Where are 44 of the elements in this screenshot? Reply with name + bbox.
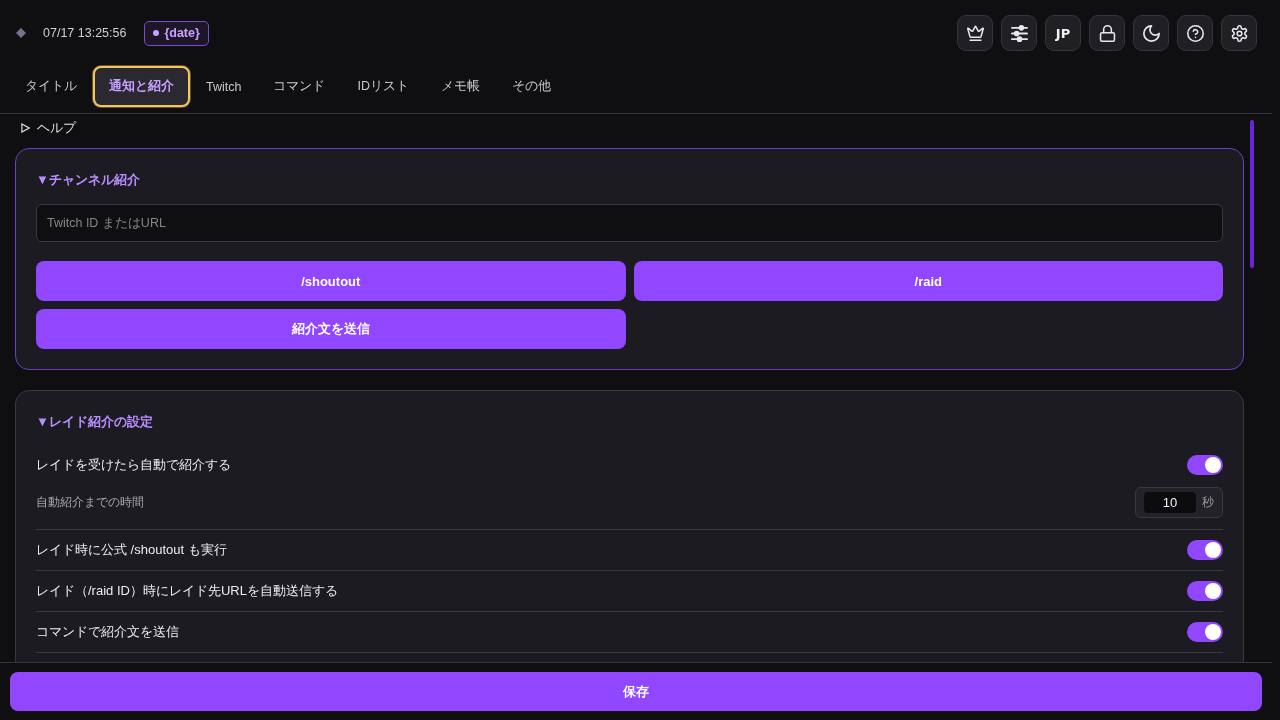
toggle-switch[interactable] (1187, 622, 1223, 642)
setting-sublabel: 自動紹介までの時間 (36, 494, 144, 511)
setting-label: レイド（/raid ID）時にレイド先URLを自動送信する (36, 582, 338, 600)
sliders-button[interactable] (1001, 15, 1037, 51)
toggle-switch[interactable] (1187, 581, 1223, 601)
toggle-switch[interactable] (1187, 455, 1223, 475)
unit-label: 秒 (1202, 494, 1214, 511)
timestamp: 07/17 13:25:56 (43, 26, 127, 40)
tab[interactable]: タイトル (9, 66, 93, 107)
language-button[interactable]: JP (1045, 15, 1081, 51)
date-tag-label: {date} (164, 26, 200, 40)
status-dot-icon (153, 30, 160, 36)
lock-icon (1098, 24, 1116, 42)
settings-button[interactable] (1221, 15, 1257, 51)
tab[interactable]: メモ帳 (424, 66, 496, 107)
toggle-switch[interactable] (1187, 540, 1223, 560)
crown-button[interactable] (957, 15, 993, 51)
action-button[interactable]: 紹介文を送信 (36, 309, 626, 349)
seconds-input[interactable]: 10 (1144, 492, 1196, 513)
section-title[interactable]: ▼レイド紹介の設定 (36, 413, 153, 431)
diamond-icon (16, 28, 26, 38)
moon-icon (1142, 24, 1160, 42)
settings-icon (1230, 24, 1248, 42)
setting-label: レイド時に公式 /shoutout も実行 (36, 541, 227, 559)
tab[interactable]: その他 (495, 66, 567, 107)
save-button[interactable]: 保存 (10, 672, 1262, 711)
tab[interactable]: IDリスト (341, 66, 425, 107)
crown-icon (966, 24, 984, 42)
help-toggle[interactable]: ヘルプ (21, 120, 76, 136)
help-icon (1186, 24, 1204, 42)
help-button[interactable] (1177, 15, 1213, 51)
tab[interactable]: Twitch (190, 66, 258, 107)
setting-label: レイドを受けたら自動で紹介する (36, 456, 231, 474)
theme-button[interactable] (1133, 15, 1169, 51)
section-title[interactable]: ▼チャンネル紹介 (36, 171, 140, 189)
action-button[interactable]: /shoutout (36, 261, 626, 301)
tab[interactable]: 通知と紹介 (93, 66, 190, 107)
setting-label: コマンドで紹介文を送信 (36, 623, 179, 641)
action-button[interactable]: /raid (633, 261, 1223, 301)
sliders-icon (1010, 24, 1028, 42)
scrollbar-thumb[interactable] (1250, 120, 1254, 268)
channel-input[interactable]: Twitch ID またはURL (36, 204, 1223, 242)
lock-button[interactable] (1089, 15, 1125, 51)
tab[interactable]: コマンド (257, 66, 342, 107)
